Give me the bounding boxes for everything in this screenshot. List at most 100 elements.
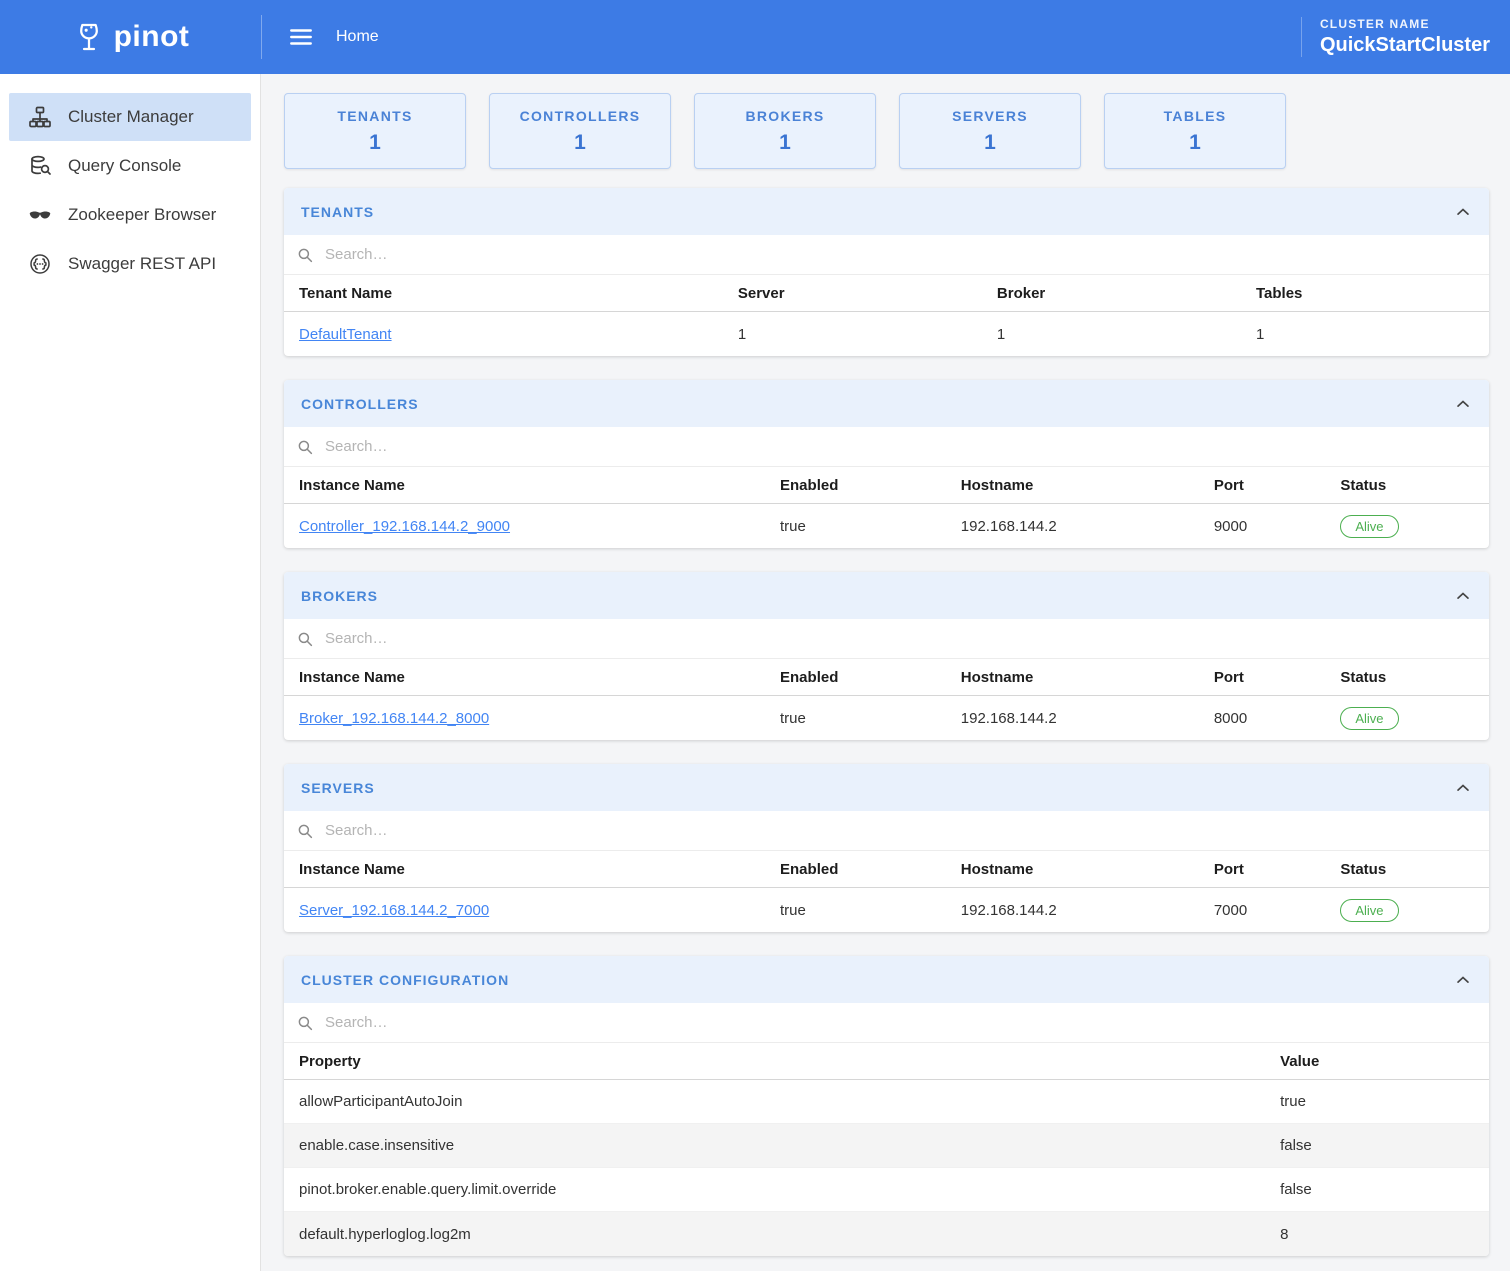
- cluster-name-block: CLUSTER NAME QuickStartCluster: [1301, 17, 1490, 57]
- stat-label: BROKERS: [745, 108, 824, 124]
- column-header: Port: [1206, 669, 1333, 686]
- controllers-search-input[interactable]: [323, 437, 1477, 456]
- instance-enabled: true: [772, 518, 953, 535]
- brokers-search-input[interactable]: [323, 629, 1477, 648]
- server-instance-link[interactable]: Server_192.168.144.2_7000: [299, 902, 489, 919]
- section-title: SERVERS: [301, 780, 375, 796]
- pinot-logo[interactable]: pinot: [0, 20, 261, 54]
- topbar: pinot Home CLUSTER NAME QuickStartCluste…: [0, 0, 1510, 74]
- tenant-server-count: 1: [730, 326, 989, 343]
- section-title: CONTROLLERS: [301, 396, 419, 412]
- servers-section-header[interactable]: SERVERS: [284, 764, 1489, 811]
- collapse-chevron-icon[interactable]: [1453, 394, 1473, 414]
- stat-cards: TENANTS 1 CONTROLLERS 1 BROKERS 1 SERVER…: [284, 93, 1489, 169]
- search-icon: [296, 630, 314, 648]
- sidebar-item-label: Swagger REST API: [68, 254, 216, 274]
- sidebar-item-label: Zookeeper Browser: [68, 205, 216, 225]
- sidebar-item-query-console[interactable]: Query Console: [9, 142, 251, 190]
- stat-card-tables: TABLES 1: [1104, 93, 1286, 169]
- instance-port: 9000: [1206, 518, 1333, 535]
- search-icon: [296, 438, 314, 456]
- table-row: enable.case.insensitive false: [284, 1124, 1489, 1168]
- stat-label: CONTROLLERS: [520, 108, 641, 124]
- column-header: Enabled: [772, 477, 953, 494]
- brokers-section: BROKERS Instance Name Enabled Hostname P…: [284, 572, 1489, 740]
- tenants-search-input[interactable]: [323, 245, 1477, 264]
- main-content: TENANTS 1 CONTROLLERS 1 BROKERS 1 SERVER…: [261, 74, 1510, 1271]
- stat-label: TENANTS: [337, 108, 412, 124]
- broker-instance-link[interactable]: Broker_192.168.144.2_8000: [299, 710, 489, 727]
- controller-instance-link[interactable]: Controller_192.168.144.2_9000: [299, 518, 510, 535]
- column-header: Hostname: [953, 669, 1206, 686]
- brokers-section-header[interactable]: BROKERS: [284, 572, 1489, 619]
- sidebar: Cluster Manager Query Console Zookeeper …: [0, 74, 261, 1271]
- column-header: Property: [284, 1053, 1272, 1070]
- collapse-chevron-icon[interactable]: [1453, 202, 1473, 222]
- column-header: Instance Name: [284, 861, 772, 878]
- column-header: Broker: [989, 285, 1248, 302]
- config-property: enable.case.insensitive: [284, 1137, 1272, 1154]
- cluster-manager-icon: [28, 104, 54, 130]
- brokers-search-row: [284, 619, 1489, 659]
- controllers-section: CONTROLLERS Instance Name Enabled Hostna…: [284, 380, 1489, 548]
- section-title: BROKERS: [301, 588, 378, 604]
- sidebar-item-swagger-rest-api[interactable]: Swagger REST API: [9, 240, 251, 288]
- column-header: Port: [1206, 861, 1333, 878]
- column-header: Server: [730, 285, 989, 302]
- column-header: Port: [1206, 477, 1333, 494]
- stat-value: 1: [984, 131, 996, 155]
- stat-value: 1: [779, 131, 791, 155]
- cluster-configuration-header[interactable]: CLUSTER CONFIGURATION: [284, 956, 1489, 1003]
- instance-enabled: true: [772, 710, 953, 727]
- column-header: Instance Name: [284, 477, 772, 494]
- config-search-input[interactable]: [323, 1013, 1477, 1032]
- tenants-section: TENANTS Tenant Name Server Broker Tables: [284, 188, 1489, 356]
- instance-hostname: 192.168.144.2: [953, 902, 1206, 919]
- tenant-name-link[interactable]: DefaultTenant: [299, 326, 392, 343]
- servers-search-input[interactable]: [323, 821, 1477, 840]
- table-row: Server_192.168.144.2_7000 true 192.168.1…: [284, 888, 1489, 932]
- tenants-table-body: DefaultTenant 1 1 1: [284, 312, 1489, 356]
- instance-hostname: 192.168.144.2: [953, 710, 1206, 727]
- collapse-chevron-icon[interactable]: [1453, 970, 1473, 990]
- config-table-header: Property Value: [284, 1043, 1489, 1080]
- brokers-table-body: Broker_192.168.144.2_8000 true 192.168.1…: [284, 696, 1489, 740]
- status-badge: Alive: [1340, 707, 1398, 730]
- servers-table-header: Instance Name Enabled Hostname Port Stat…: [284, 851, 1489, 888]
- table-row: allowParticipantAutoJoin true: [284, 1080, 1489, 1124]
- swagger-icon: [28, 251, 54, 277]
- column-header: Enabled: [772, 669, 953, 686]
- controllers-table-header: Instance Name Enabled Hostname Port Stat…: [284, 467, 1489, 504]
- tenants-section-header[interactable]: TENANTS: [284, 188, 1489, 235]
- column-header: Instance Name: [284, 669, 772, 686]
- column-header: Enabled: [772, 861, 953, 878]
- collapse-chevron-icon[interactable]: [1453, 586, 1473, 606]
- controllers-table-body: Controller_192.168.144.2_9000 true 192.1…: [284, 504, 1489, 548]
- cluster-name-value: QuickStartCluster: [1320, 34, 1490, 57]
- collapse-chevron-icon[interactable]: [1453, 778, 1473, 798]
- column-header: Status: [1332, 477, 1489, 494]
- stat-card-tenants: TENANTS 1: [284, 93, 466, 169]
- sidebar-item-cluster-manager[interactable]: Cluster Manager: [9, 93, 251, 141]
- brokers-table-header: Instance Name Enabled Hostname Port Stat…: [284, 659, 1489, 696]
- hamburger-menu-icon[interactable]: [288, 24, 314, 50]
- search-icon: [296, 822, 314, 840]
- column-header: Hostname: [953, 477, 1206, 494]
- column-header: Status: [1332, 861, 1489, 878]
- servers-search-row: [284, 811, 1489, 851]
- table-row: pinot.broker.enable.query.limit.override…: [284, 1168, 1489, 1212]
- instance-port: 8000: [1206, 710, 1333, 727]
- home-link[interactable]: Home: [336, 28, 379, 46]
- section-title: TENANTS: [301, 204, 374, 220]
- config-property: default.hyperloglog.log2m: [284, 1226, 1272, 1243]
- sidebar-item-zookeeper-browser[interactable]: Zookeeper Browser: [9, 191, 251, 239]
- config-property: allowParticipantAutoJoin: [284, 1093, 1272, 1110]
- config-property: pinot.broker.enable.query.limit.override: [284, 1181, 1272, 1198]
- column-header: Value: [1272, 1053, 1489, 1070]
- controllers-section-header[interactable]: CONTROLLERS: [284, 380, 1489, 427]
- servers-section: SERVERS Instance Name Enabled Hostname P…: [284, 764, 1489, 932]
- table-row: DefaultTenant 1 1 1: [284, 312, 1489, 356]
- search-icon: [296, 1014, 314, 1032]
- instance-enabled: true: [772, 902, 953, 919]
- section-title: CLUSTER CONFIGURATION: [301, 972, 509, 988]
